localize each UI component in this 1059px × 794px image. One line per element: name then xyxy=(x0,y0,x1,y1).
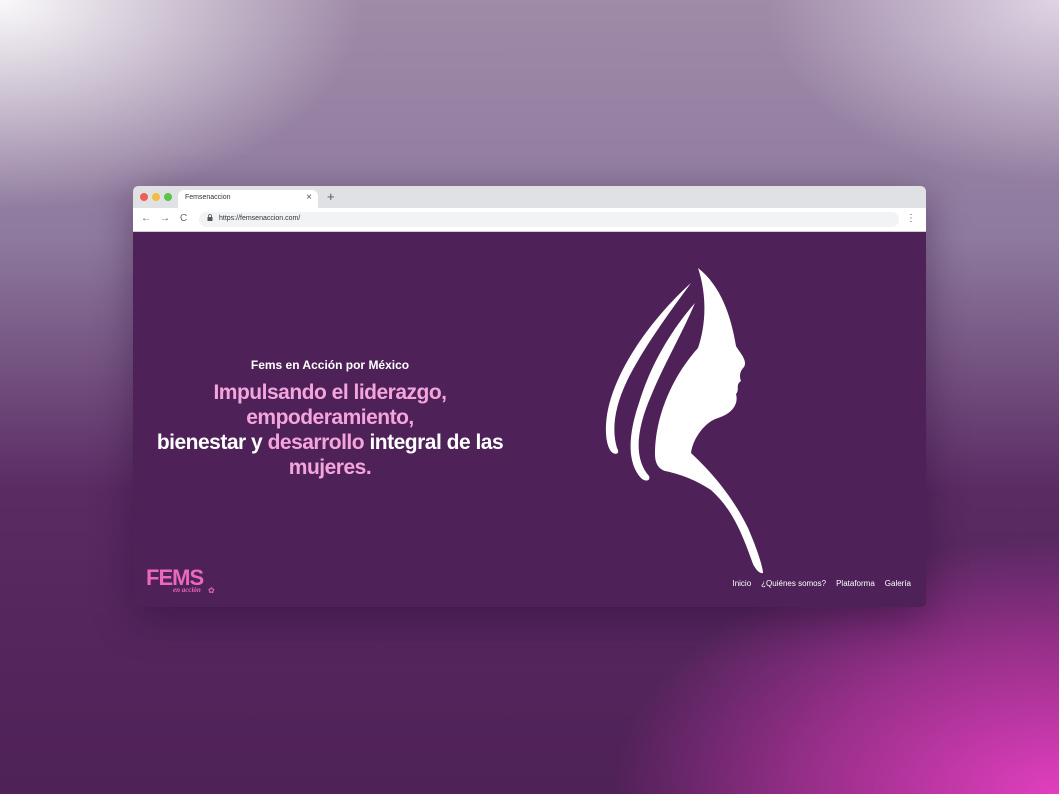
fems-logo[interactable]: FEMS en acción ✿ xyxy=(146,565,226,597)
flower-icon: ✿ xyxy=(208,586,215,595)
maximize-window-button[interactable] xyxy=(164,193,172,201)
nav-link-plataforma[interactable]: Plataforma xyxy=(836,579,875,588)
new-tab-button[interactable]: + xyxy=(327,189,335,204)
logo-sub-text: en acción xyxy=(173,586,201,594)
nav-link-inicio[interactable]: Inicio xyxy=(732,579,751,588)
nav-link-quienes-somos[interactable]: ¿Quiénes somos? xyxy=(761,579,826,588)
forward-arrow-icon[interactable]: → xyxy=(160,213,170,224)
hero-line-3-part-2: desarrollo xyxy=(267,431,365,454)
lock-icon xyxy=(207,214,213,223)
hero-line-4: mujeres. xyxy=(288,456,372,479)
browser-window: Femsenaccion × + ← → C https://femsenacc… xyxy=(133,186,926,607)
hero-title: Impulsando el liderazgo, empoderamiento,… xyxy=(133,380,527,480)
main-nav: Inicio ¿Quiénes somos? Plataforma Galerí… xyxy=(732,579,911,588)
woman-silhouette-illustration xyxy=(605,268,763,574)
browser-tab[interactable]: Femsenaccion × xyxy=(178,190,318,208)
hero-line-1: Impulsando el liderazgo, xyxy=(213,381,447,404)
back-arrow-icon[interactable]: ← xyxy=(141,213,151,224)
tab-title: Femsenaccion xyxy=(185,194,231,201)
tab-bar: Femsenaccion × + xyxy=(133,186,926,208)
url-text: https://femsenaccion.com/ xyxy=(219,215,301,222)
hero-line-3-part-3: integral de las xyxy=(364,431,504,454)
tab-close-icon[interactable]: × xyxy=(306,192,312,203)
hero-line-2: empoderamiento, xyxy=(246,406,414,429)
browser-menu-icon[interactable]: ⋮ xyxy=(906,213,916,224)
close-window-button[interactable] xyxy=(140,193,148,201)
hero-subtitle: Fems en Acción por México xyxy=(250,358,410,372)
minimize-window-button[interactable] xyxy=(152,193,160,201)
page-content: Fems en Acción por México Impulsando el … xyxy=(133,232,926,607)
address-bar: ← → C https://femsenaccion.com/ ⋮ xyxy=(133,208,926,232)
hero-line-3: bienestar y desarrollo integral de las xyxy=(133,430,527,455)
reload-icon[interactable]: C xyxy=(180,213,187,224)
hero-line-3-part-1: bienestar y xyxy=(156,431,268,454)
nav-link-galeria[interactable]: Galería xyxy=(885,579,911,588)
url-field[interactable]: https://femsenaccion.com/ xyxy=(199,212,899,227)
